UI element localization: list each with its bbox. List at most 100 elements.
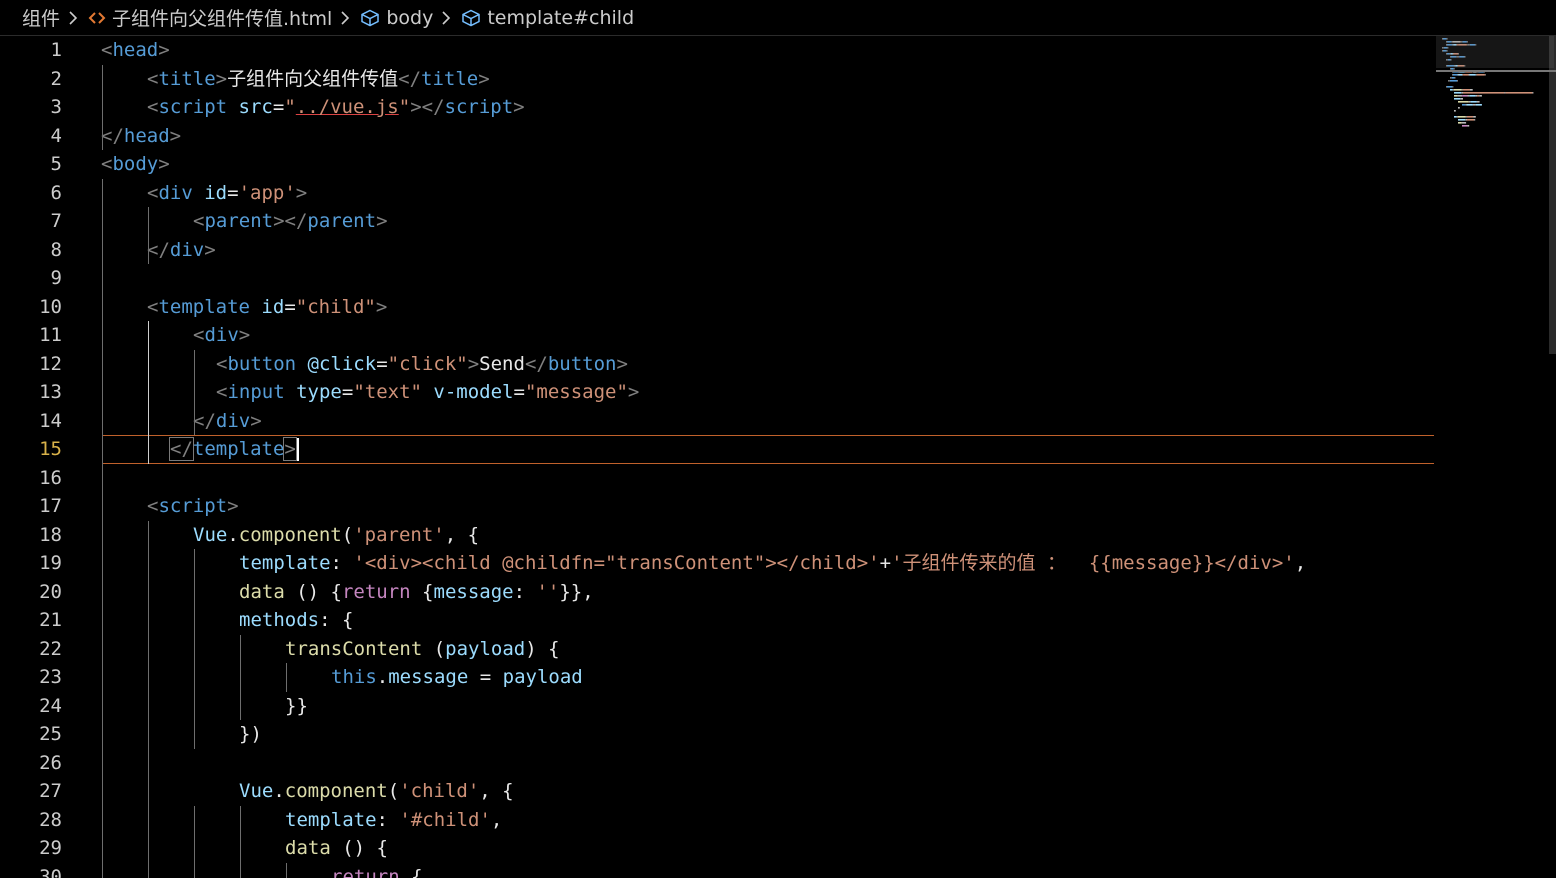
code-line[interactable]: 16 (0, 464, 1440, 493)
code-token: > (227, 495, 239, 517)
code-line[interactable]: 21 methods: { (0, 606, 1440, 635)
breadcrumb-folder[interactable]: 组件 (22, 4, 60, 31)
line-number: 3 (50, 96, 62, 118)
code-token: data (285, 837, 331, 859)
code-line[interactable]: 28 template: '#child', (0, 806, 1440, 835)
code-line[interactable]: 22 transContent (payload) { (0, 635, 1440, 664)
code-line[interactable]: 3 <script src="../vue.js"></script> (0, 93, 1440, 122)
line-number: 21 (39, 609, 62, 631)
code-token: </ (147, 238, 170, 261)
indent-guide (194, 349, 195, 435)
code-line[interactable]: 20 data () {return {message: ''}}, (0, 578, 1440, 607)
code-token: }) (239, 723, 262, 745)
code-token: . (227, 523, 239, 546)
code-token: = (376, 352, 388, 375)
code-token: title (421, 67, 479, 90)
code-token: '子组件传来的值 ： {{message}}</div>' (891, 552, 1295, 574)
code-token: . (376, 666, 389, 688)
code-editor[interactable]: 组件 子组件向父组件传值.html body template#child 1 <… (0, 0, 1556, 878)
code-line[interactable]: 29 data () { (0, 834, 1440, 863)
code-token: div (215, 409, 251, 432)
minimap-token (1468, 74, 1470, 76)
code-line[interactable]: 2 <title>子组件向父组件传值</title> (0, 65, 1440, 94)
code-line[interactable]: 27 Vue.component('child', { (0, 777, 1440, 806)
line-content: <div id='app'> (147, 179, 307, 208)
minimap-token (1505, 92, 1533, 94)
code-line[interactable]: 15 </template> (0, 435, 1440, 464)
code-token: message (388, 666, 469, 688)
line-number: 27 (39, 780, 62, 802)
code-line[interactable]: 14 </div> (0, 407, 1440, 436)
vertical-scrollbar[interactable] (1549, 36, 1556, 354)
code-token: </ (193, 409, 216, 432)
minimap-token (1466, 116, 1474, 118)
line-number: 13 (39, 381, 62, 403)
minimap-token (1466, 104, 1473, 106)
code-token: > (513, 96, 525, 118)
minimap-token (1470, 101, 1477, 103)
code-line[interactable]: 25}) (0, 720, 1440, 749)
code-token: () { (330, 837, 388, 859)
code-line[interactable]: 9 (0, 264, 1440, 293)
code-line[interactable]: 17 <script> (0, 492, 1440, 521)
code-token: , { (444, 523, 480, 546)
line-number: 8 (50, 238, 62, 261)
indent-guide (286, 663, 287, 692)
line-content: data () { (285, 834, 388, 863)
minimap-token (1452, 74, 1453, 76)
code-line[interactable]: 18 Vue.component('parent', { (0, 521, 1440, 550)
breadcrumb-file-label: 子组件向父组件传值.html (112, 8, 333, 30)
code-line[interactable]: 13 <input type="text" v-model="message"> (0, 378, 1440, 407)
line-number: 11 (39, 324, 62, 346)
minimap-slider[interactable] (1436, 36, 1554, 68)
code-token: 'app' (238, 181, 296, 204)
code-token: = (227, 181, 239, 204)
code-line[interactable]: 23 this.message = payload (0, 663, 1440, 692)
code-token: data (239, 580, 285, 603)
code-line[interactable]: 5 <body> (0, 150, 1440, 179)
breadcrumb-file[interactable]: 子组件向父组件传值.html (88, 4, 332, 31)
code-token: 'child' (399, 780, 480, 802)
code-line[interactable]: 6 <div id='app'> (0, 179, 1440, 208)
code-token: < (147, 495, 159, 517)
code-line[interactable]: 19 template: '<div><child @childfn="trans… (0, 549, 1440, 578)
line-number: 30 (39, 865, 62, 878)
code-line[interactable]: 10 <template id="child"> (0, 293, 1440, 322)
code-token: : (330, 552, 354, 574)
code-line[interactable]: 30 return { (0, 863, 1440, 878)
indent-guide (102, 178, 103, 878)
code-line[interactable]: 24}} (0, 692, 1440, 721)
line-number: 17 (39, 495, 62, 517)
minimap-token (1458, 74, 1463, 76)
line-content: this.message = payload (331, 663, 583, 692)
minimap-token (1460, 98, 1463, 100)
code-line[interactable]: 7 <parent></parent> (0, 207, 1440, 236)
code-token: @click (307, 352, 377, 375)
minimap-token (1454, 77, 1456, 79)
code-line[interactable]: 4 </head> (0, 122, 1440, 151)
code-line[interactable]: 1 <head> (0, 36, 1440, 65)
line-number: 6 (50, 181, 62, 204)
code-token: " (398, 96, 411, 118)
breadcrumb-body[interactable]: body (360, 7, 433, 29)
code-token: head (123, 124, 170, 147)
code-token: > (376, 210, 388, 232)
code-line[interactable]: 26 (0, 749, 1440, 778)
minimap-token (1467, 119, 1475, 121)
indent-guide (148, 321, 149, 464)
code-line[interactable]: 11 <div> (0, 321, 1440, 350)
line-content: template: '<div><child @childfn="transCo… (239, 549, 1306, 578)
breadcrumb-template[interactable]: template#child (461, 7, 634, 29)
line-content: <button @click="click">Send</button> (216, 350, 628, 379)
code-token: div (204, 324, 239, 346)
code-token: component (238, 523, 342, 546)
code-token: ></ (410, 96, 445, 118)
code-line[interactable]: 12 <button @click="click">Send</button> (0, 350, 1440, 379)
code-token: : (513, 580, 537, 603)
code-token: id (261, 295, 285, 318)
code-token: > (250, 409, 262, 432)
code-token: < (101, 39, 113, 61)
code-line[interactable]: 8 </div> (0, 236, 1440, 265)
line-number: 9 (50, 267, 62, 289)
